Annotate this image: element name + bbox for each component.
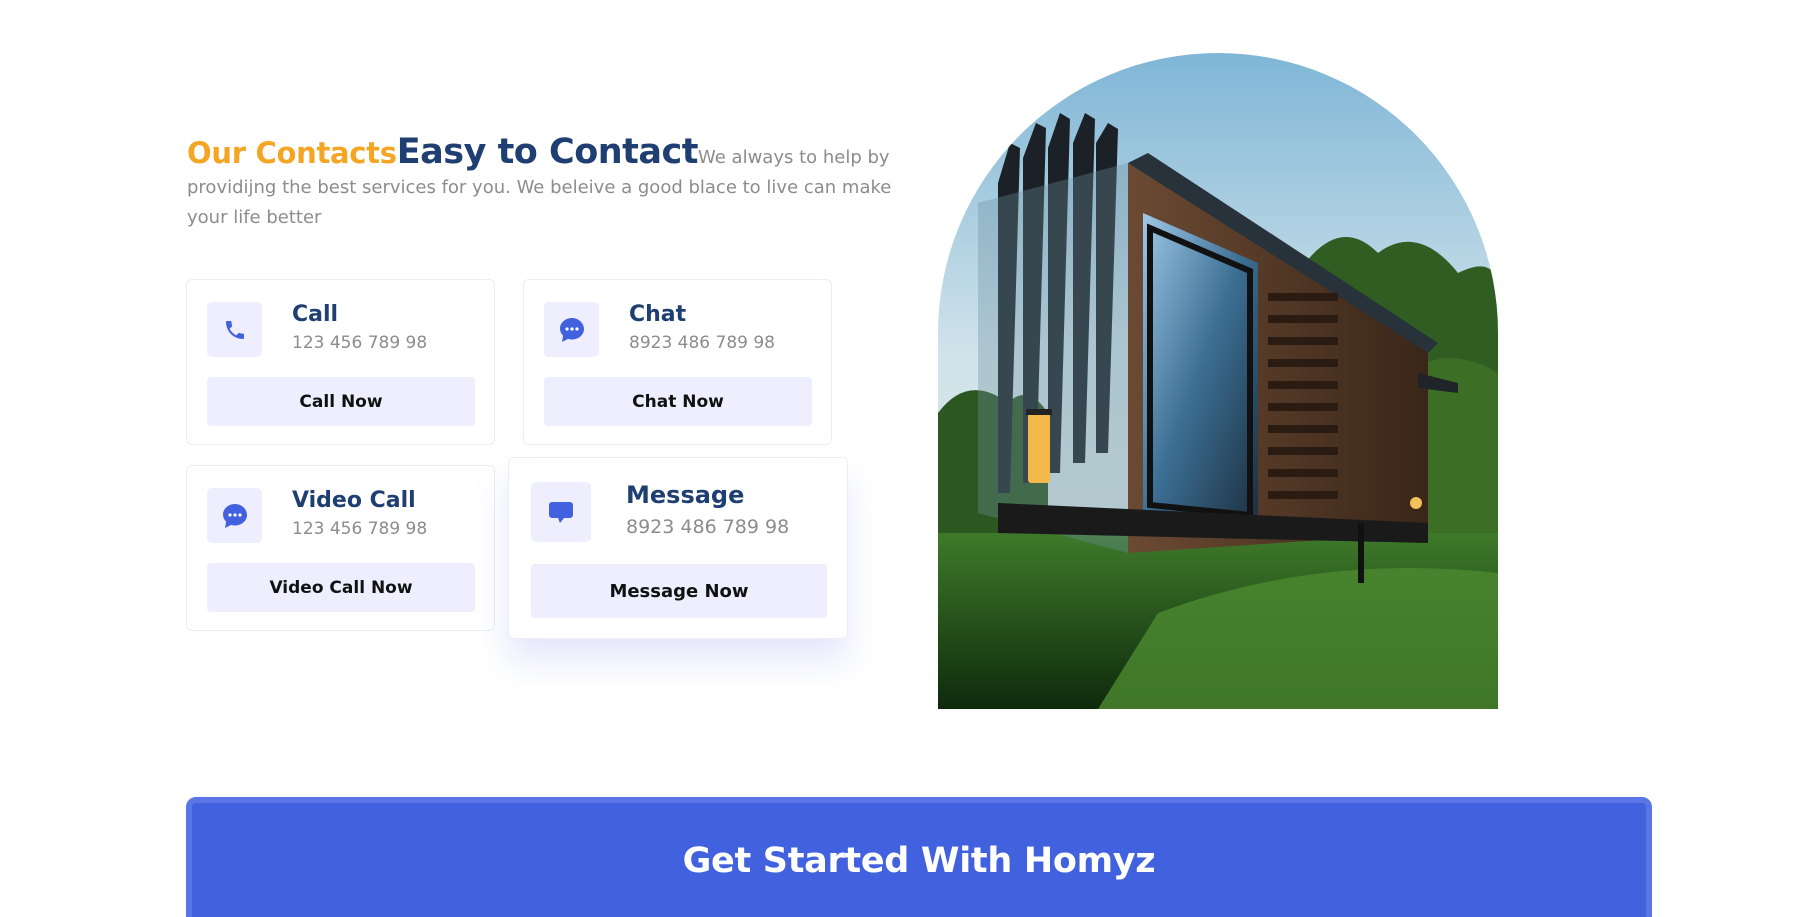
contact-card-message: Message 8923 486 789 98 Message Now — [508, 457, 848, 639]
section-tag: Our Contacts — [187, 136, 397, 170]
phone-icon — [207, 302, 262, 357]
video-call-now-button[interactable]: Video Call Now — [207, 563, 475, 612]
card-title: Call — [292, 302, 339, 327]
chat-icon — [207, 488, 262, 543]
banner-title: Get Started With Homyz — [682, 841, 1156, 881]
card-detail: 123 456 789 98 — [292, 333, 428, 353]
contact-card-call: Call 123 456 789 98 Call Now — [186, 279, 495, 445]
section-heading: Easy to Contact — [396, 132, 699, 172]
contact-intro: Our ContactsEasy to ContactWe always to … — [187, 135, 912, 233]
contact-card-video-call: Video Call 123 456 789 98 Video Call Now — [186, 465, 495, 631]
card-title: Message — [626, 481, 745, 509]
card-title: Video Call — [292, 488, 416, 513]
contact-card-chat: Chat 8923 486 789 98 Chat Now — [523, 279, 832, 445]
chat-icon — [544, 302, 599, 357]
card-detail: 8923 486 789 98 — [629, 333, 776, 353]
card-detail: 8923 486 789 98 — [626, 516, 790, 538]
message-now-button[interactable]: Message Now — [531, 564, 827, 618]
chat-now-button[interactable]: Chat Now — [544, 377, 812, 426]
contact-section: Our ContactsEasy to ContactWe always to … — [187, 135, 912, 233]
message-icon — [531, 482, 591, 542]
house-image — [938, 53, 1498, 709]
call-now-button[interactable]: Call Now — [207, 377, 475, 426]
card-title: Chat — [629, 302, 687, 327]
card-detail: 123 456 789 98 — [292, 519, 428, 539]
get-started-banner: Get Started With Homyz — [186, 797, 1652, 917]
